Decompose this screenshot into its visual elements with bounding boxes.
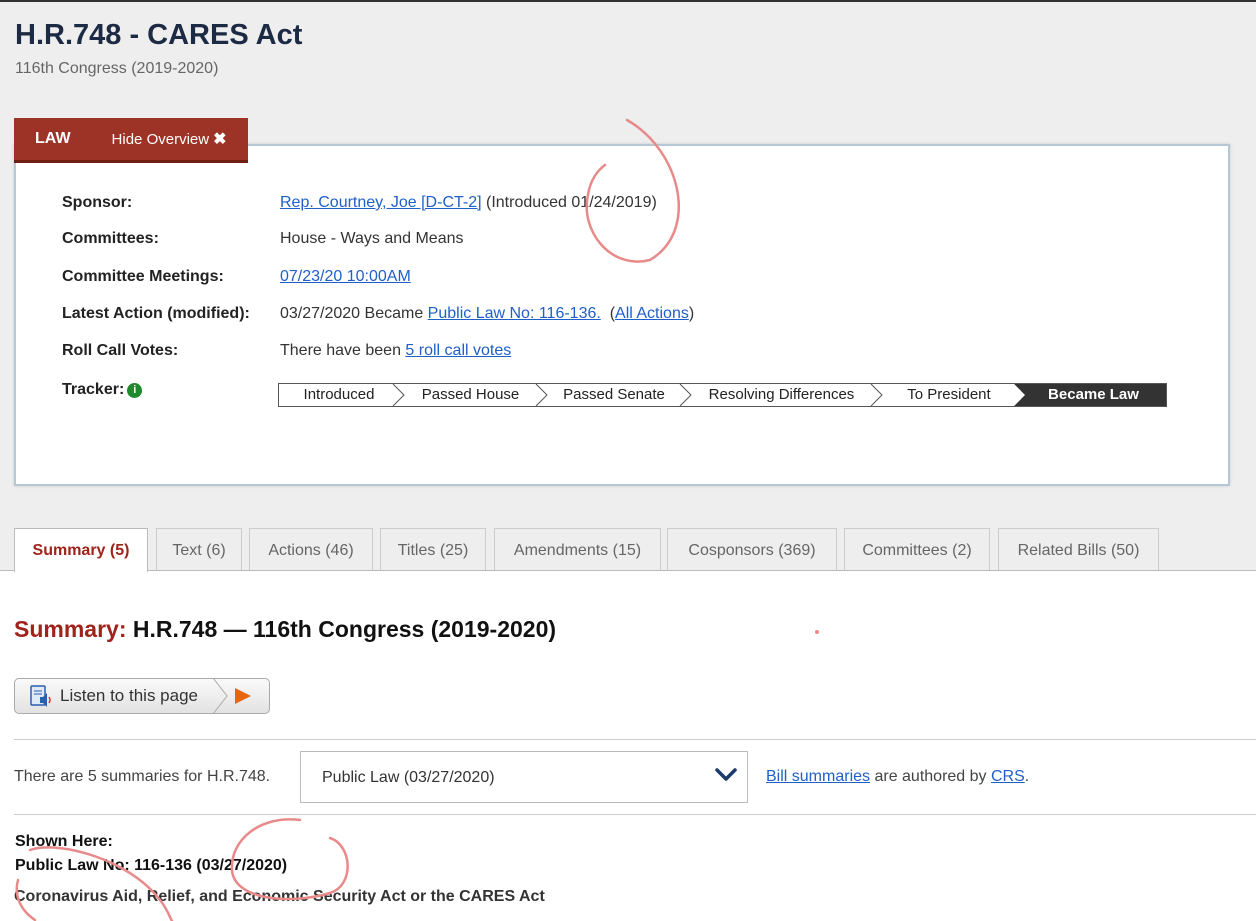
active-tab-mask	[15, 569, 147, 572]
authored-end: .	[1024, 768, 1030, 785]
tab-related-bills[interactable]: Related Bills (50)	[998, 528, 1159, 571]
hide-overview-label: Hide Overview	[111, 130, 210, 148]
tracker-label: Tracker:	[62, 381, 125, 398]
all-actions-close: )	[688, 305, 695, 322]
latest-action-value: 03/27/2020 Became Public Law No: 116-136…	[280, 305, 694, 323]
congress-subtitle: 116th Congress (2019-2020)	[15, 60, 219, 77]
tracker-step-label: Passed House	[421, 386, 520, 403]
roll-call-prefix: There have been	[280, 342, 406, 359]
act-title: Coronavirus Aid, Relief, and Economic Se…	[14, 888, 545, 905]
shown-here-label: Shown Here:	[15, 833, 113, 850]
committees-label: Committees:	[62, 230, 159, 247]
tracker-step-became-law: Became Law	[1021, 384, 1166, 406]
chevron-down-icon	[715, 768, 737, 781]
tab-committees[interactable]: Committees (2)	[844, 528, 990, 571]
summary-heading-label: Summary:	[14, 616, 127, 642]
tracker-step-label: Passed Senate	[563, 386, 665, 403]
play-icon[interactable]	[234, 687, 252, 705]
tab-text[interactable]: Text (6)	[156, 528, 242, 571]
tab-titles[interactable]: Titles (25)	[380, 528, 486, 571]
tracker-step-label: Became Law	[1048, 386, 1139, 403]
public-law-version: Public Law No: 116-136 (03/27/2020)	[15, 857, 288, 874]
page-title: H.R.748 - CARES Act	[15, 19, 303, 51]
summary-version-select[interactable]: Public Law (03/27/2020)	[300, 751, 748, 803]
tracker-chevron	[535, 384, 548, 406]
tracker-chevron	[679, 384, 692, 406]
summary-heading-text: H.R.748 — 116th Congress (2019-2020)	[126, 616, 557, 642]
roll-call-value: There have been 5 roll call votes	[280, 342, 511, 360]
tracker-step-introduced: Introduced	[279, 384, 405, 406]
sponsor-value: Rep. Courtney, Joe [D-CT-2] (Introduced …	[280, 194, 657, 212]
tab-summary[interactable]: Summary (5)	[14, 528, 148, 572]
law-status-label: LAW	[35, 130, 71, 147]
info-icon[interactable]: i	[127, 383, 143, 398]
divider	[14, 814, 1256, 815]
public-law-link[interactable]: Public Law No: 116-136.	[428, 305, 601, 322]
bill-tracker: Introduced Passed House Passed Senate Re…	[278, 383, 1167, 407]
overview-panel: Sponsor: Rep. Courtney, Joe [D-CT-2] (In…	[14, 144, 1230, 486]
tracker-step-label: Resolving Differences	[708, 386, 855, 403]
tracker-step-passed-senate: Passed Senate	[542, 384, 692, 406]
speaker-icon	[30, 685, 51, 707]
authored-mid: are authored by	[870, 768, 991, 785]
listen-button[interactable]: Listen to this page	[14, 678, 270, 714]
hide-overview-button[interactable]: Hide Overview ✖	[112, 129, 227, 149]
tracker-step-passed-house: Passed House	[399, 384, 548, 406]
tracker-step-label: Introduced	[303, 386, 375, 403]
sponsor-intro: (Introduced 01/24/2019)	[481, 194, 657, 211]
roll-call-label: Roll Call Votes:	[62, 342, 179, 359]
crs-link[interactable]: CRS	[991, 768, 1025, 785]
play-separator	[212, 678, 228, 714]
tracker-step-resolving-differences: Resolving Differences	[686, 384, 883, 406]
tab-cosponsors[interactable]: Cosponsors (369)	[667, 528, 837, 571]
sponsor-label: Sponsor:	[62, 194, 133, 211]
tracker-label-wrap: Tracker: i	[62, 381, 143, 399]
all-actions-open: (	[600, 305, 616, 322]
roll-call-link[interactable]: 5 roll call votes	[405, 342, 511, 359]
authored-note: Bill summaries are authored by CRS.	[766, 768, 1029, 786]
tracker-step-to-president: To President	[877, 384, 1028, 406]
sponsor-link[interactable]: Rep. Courtney, Joe [D-CT-2]	[280, 194, 482, 211]
summary-select-value: Public Law (03/27/2020)	[322, 769, 495, 786]
divider	[14, 739, 1256, 740]
tracker-chevron	[1014, 384, 1028, 406]
summary-heading: Summary: H.R.748 — 116th Congress (2019-…	[14, 616, 556, 643]
committees-value: House - Ways and Means	[280, 230, 464, 247]
close-icon: ✖	[213, 131, 227, 148]
tab-actions[interactable]: Actions (46)	[249, 528, 373, 571]
all-actions-link[interactable]: All Actions	[615, 305, 689, 322]
summaries-count: There are 5 summaries for H.R.748.	[14, 768, 271, 785]
meetings-label: Committee Meetings:	[62, 268, 224, 285]
tracker-chevron	[870, 384, 883, 406]
latest-action-label: Latest Action (modified):	[62, 305, 250, 322]
meetings-link[interactable]: 07/23/20 10:00AM	[280, 268, 411, 286]
law-status-bar: LAW Hide Overview ✖	[14, 118, 248, 163]
bill-summaries-link[interactable]: Bill summaries	[766, 768, 870, 785]
tab-divider	[0, 570, 1256, 571]
tracker-chevron	[392, 384, 405, 406]
listen-label: Listen to this page	[60, 686, 198, 705]
latest-action-prefix: 03/27/2020 Became	[280, 305, 428, 322]
tracker-step-label: To President	[907, 386, 991, 403]
tab-amendments[interactable]: Amendments (15)	[494, 528, 661, 571]
